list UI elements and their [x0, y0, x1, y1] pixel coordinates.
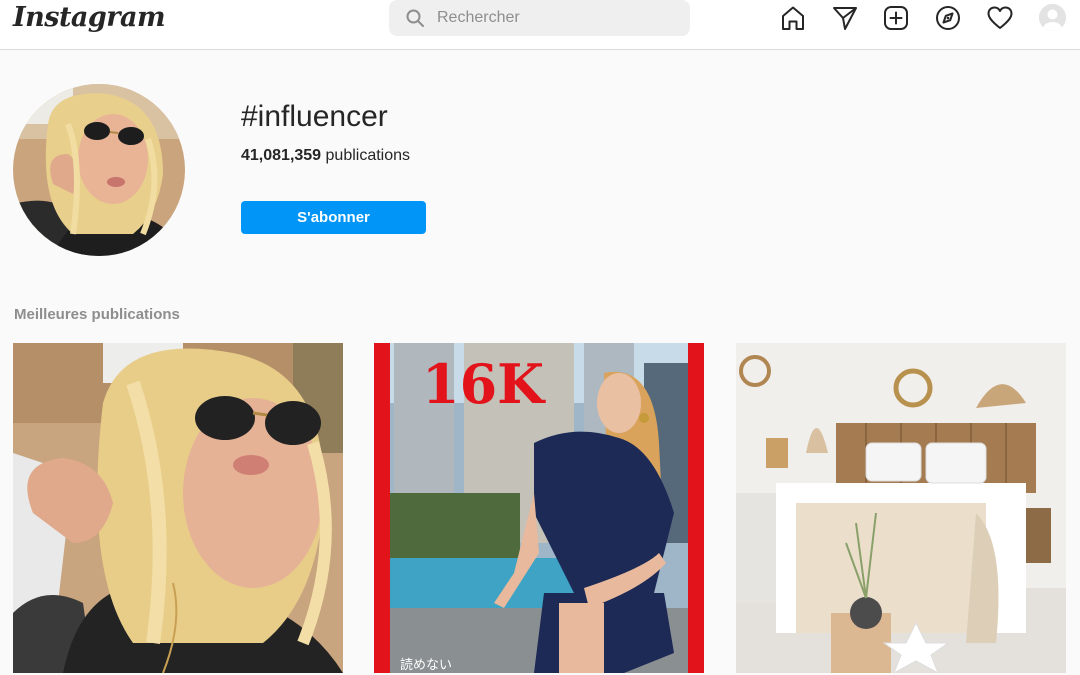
- search-icon: [405, 8, 425, 28]
- post-16k-caption: 読めない: [400, 657, 452, 673]
- publication-count-number: 41,081,359: [241, 147, 322, 164]
- post-image-bedroom: [736, 343, 1066, 673]
- follow-button[interactable]: S'abonner: [241, 201, 426, 234]
- home-icon[interactable]: [779, 4, 807, 32]
- publication-count-label: publications: [325, 147, 411, 164]
- top-navigation-bar: Instagram: [0, 0, 1080, 50]
- post-16k-overlay-text: 16K: [422, 352, 546, 416]
- direct-message-icon[interactable]: [831, 4, 859, 32]
- post-image-16k: 16K 読めない: [374, 343, 704, 673]
- activity-heart-icon[interactable]: [986, 4, 1014, 32]
- post-thumbnail-selfie[interactable]: [13, 343, 343, 673]
- search-box[interactable]: [389, 0, 690, 36]
- explore-icon[interactable]: [934, 4, 962, 32]
- post-thumbnail-bedroom[interactable]: [736, 343, 1066, 673]
- hashtag-title: #influencer: [241, 100, 388, 133]
- hashtag-cover-image: [13, 84, 185, 256]
- instagram-logo[interactable]: Instagram: [13, 2, 166, 33]
- profile-avatar[interactable]: [1039, 4, 1066, 31]
- post-thumbnail-16k[interactable]: 16K 読めない: [374, 343, 704, 673]
- post-image-selfie: [13, 343, 343, 673]
- new-post-icon[interactable]: [882, 4, 910, 32]
- search-input[interactable]: [437, 0, 677, 36]
- top-posts-title: Meilleures publications: [14, 306, 180, 323]
- publication-count: 41,081,359 publications: [241, 147, 410, 165]
